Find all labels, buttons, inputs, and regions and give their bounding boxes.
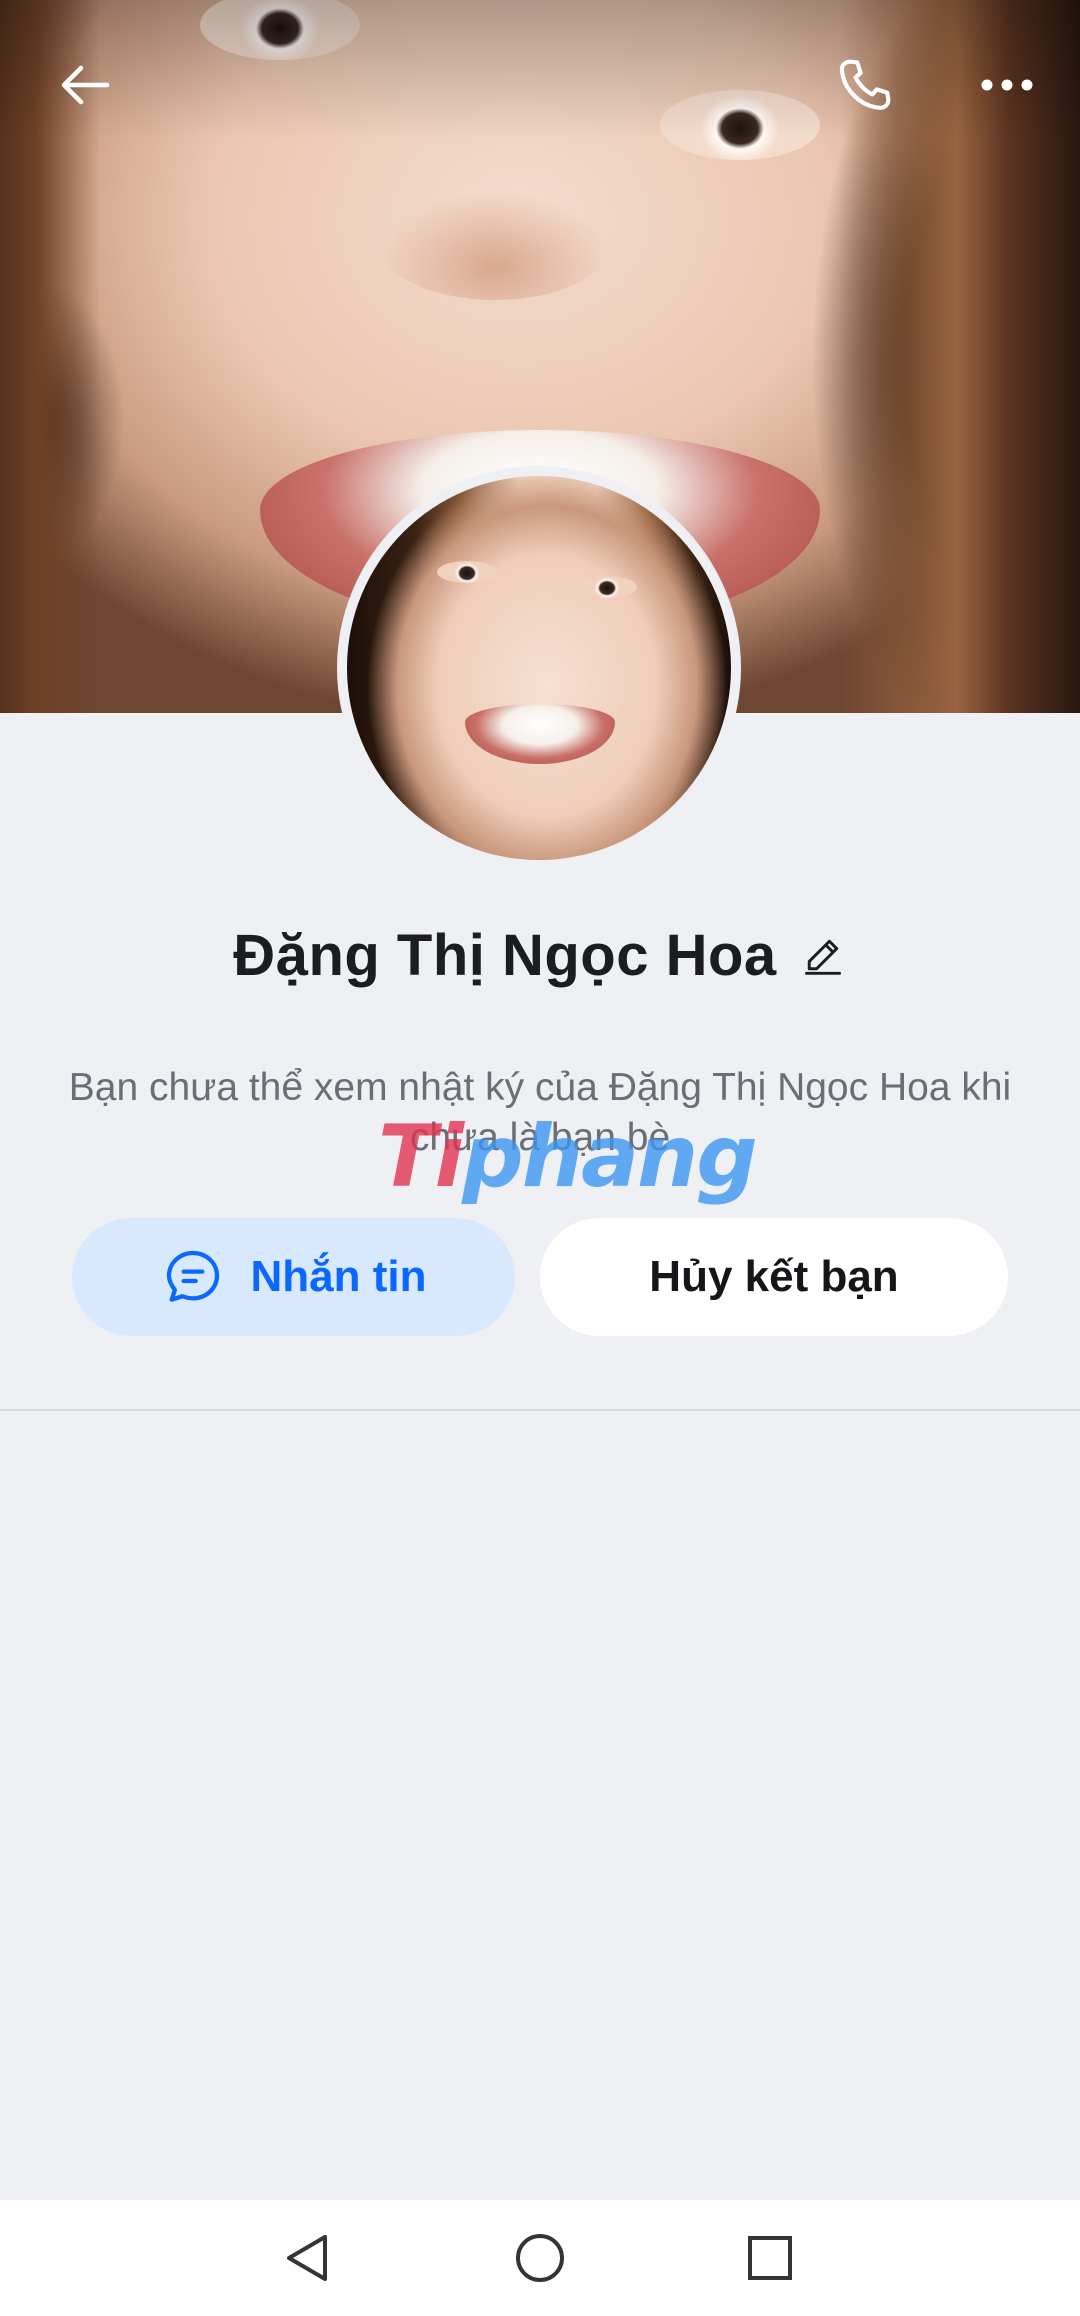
phone-icon	[839, 59, 891, 110]
diary-privacy-notice: Bạn chưa thể xem nhật ký của Đặng Thị Ng…	[68, 1066, 1012, 1159]
back-button[interactable]	[30, 30, 140, 140]
message-button-label: Nhắn tin	[250, 1252, 427, 1301]
top-bar	[0, 30, 1080, 140]
profile-screen: Đặng Thị Ngọc Hoa Bạn chưa thể xem nhật …	[0, 0, 1080, 2316]
unfriend-button[interactable]: Hủy kết bạn	[540, 1218, 1008, 1336]
nav-home-icon	[516, 2234, 564, 2282]
nav-recents-button[interactable]	[720, 2220, 820, 2296]
more-dots-icon	[981, 79, 1033, 91]
avatar-smile	[465, 704, 615, 764]
profile-name: Đặng Thị Ngọc Hoa	[233, 922, 777, 988]
cover-nose	[380, 190, 610, 300]
edit-name-button[interactable]	[799, 931, 847, 979]
system-nav-bar	[0, 2200, 1080, 2316]
more-options-button[interactable]	[952, 30, 1062, 140]
avatar[interactable]	[337, 466, 741, 870]
back-arrow-icon	[61, 65, 110, 105]
pencil-icon	[804, 939, 841, 975]
avatar-eye-right	[577, 576, 637, 598]
profile-name-row: Đặng Thị Ngọc Hoa	[0, 900, 1080, 1010]
nav-recents-icon	[748, 2236, 792, 2280]
nav-back-icon	[287, 2235, 327, 2281]
call-button[interactable]	[810, 30, 920, 140]
nav-back-button[interactable]	[258, 2220, 358, 2296]
avatar-eye-left	[437, 561, 497, 583]
chat-bubble-icon	[166, 1250, 219, 1302]
nav-home-button[interactable]	[490, 2220, 590, 2296]
avatar-photo	[347, 476, 731, 860]
message-button[interactable]: Nhắn tin	[72, 1218, 515, 1336]
section-divider	[0, 1409, 1080, 1411]
unfriend-button-label: Hủy kết bạn	[649, 1252, 899, 1301]
